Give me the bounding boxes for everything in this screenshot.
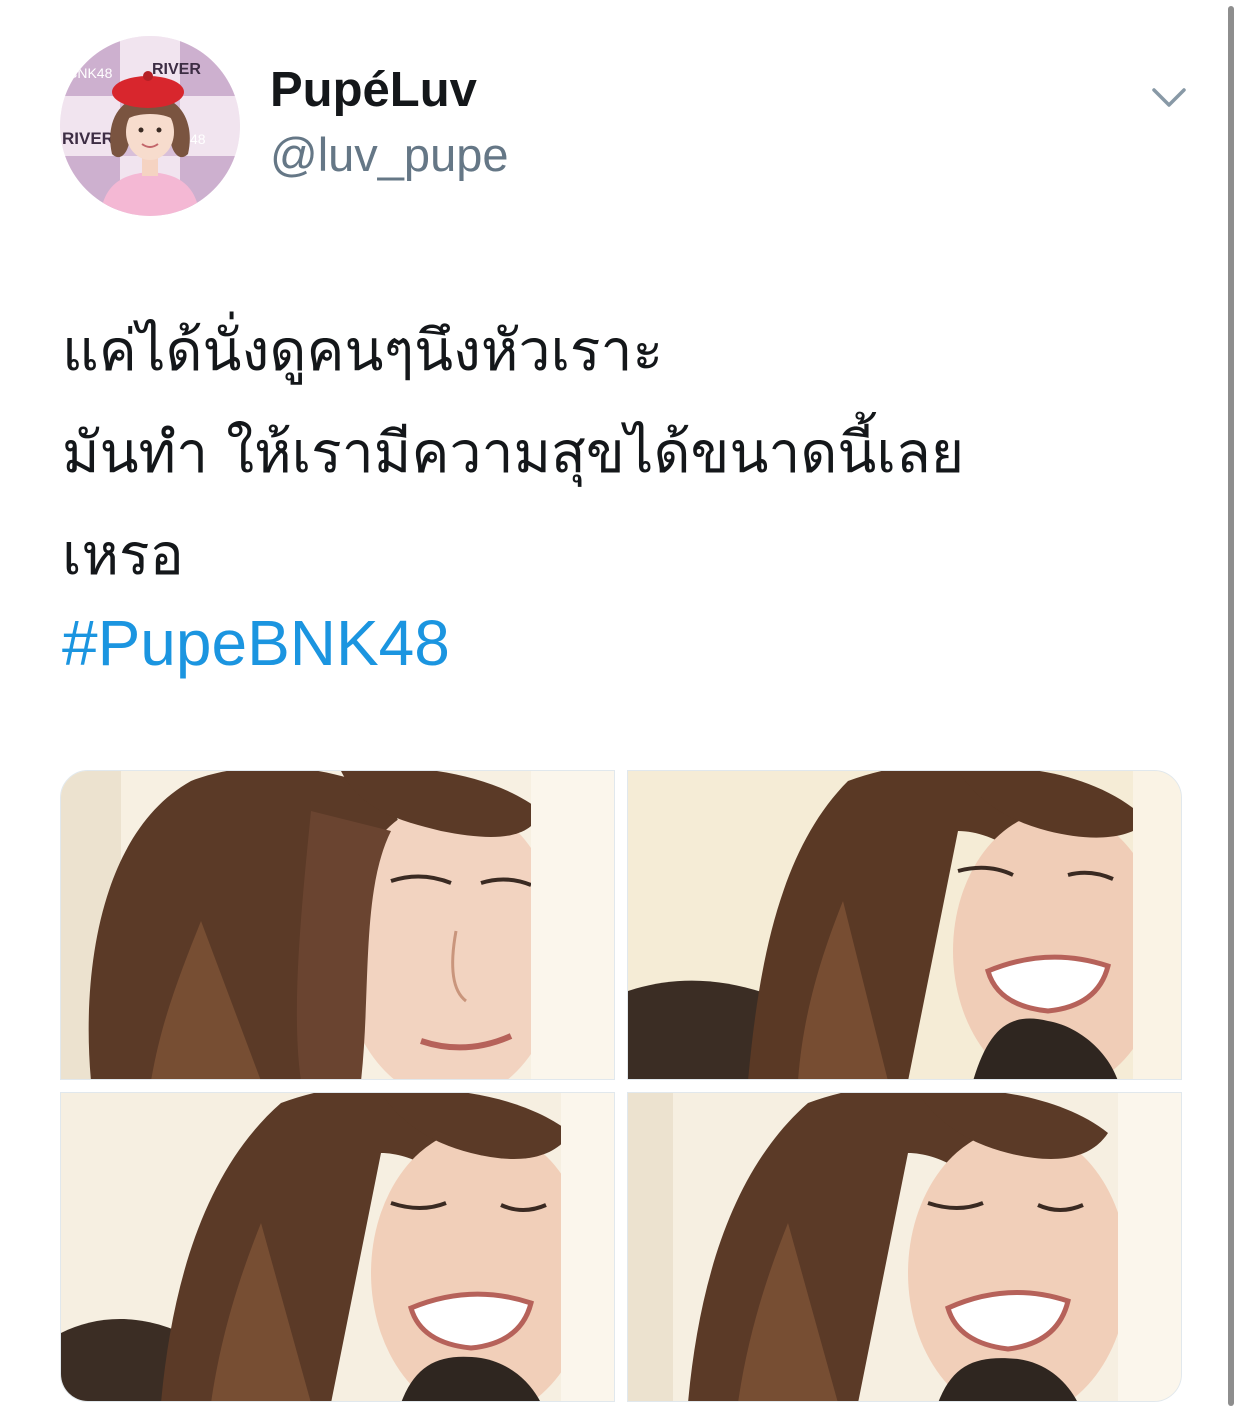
tweet-text-line-3: เหรอ xyxy=(62,522,184,588)
avatar-backdrop-text-48: 48 xyxy=(190,131,206,147)
tweet-text-line-1: แค่ได้นั่งดูคนๆนึงหัวเราะ xyxy=(62,318,664,384)
page-scrollbar[interactable] xyxy=(1228,6,1234,1406)
avatar-backdrop-text-river-left: RIVER xyxy=(62,129,114,148)
avatar-photo: BNK48 RIVER RIVER 48 xyxy=(60,36,240,216)
avatar-backdrop-text-bnk: BNK48 xyxy=(68,65,113,81)
hashtag-link[interactable]: #PupeBNK48 xyxy=(62,606,450,680)
display-name[interactable]: PupéLuv xyxy=(270,62,477,118)
media-photo-3[interactable] xyxy=(60,1092,615,1402)
media-photo-4[interactable] xyxy=(627,1092,1182,1402)
media-grid xyxy=(60,770,1182,1402)
user-handle[interactable]: @luv_pupe xyxy=(270,127,509,182)
tweet-text-line-2: มันทำ ให้เรามีความสุขได้ขนาดนี้เลย xyxy=(62,420,965,486)
tweet-text: แค่ได้นั่งดูคนๆนึงหัวเราะ มันทำ ให้เรามี… xyxy=(62,300,1202,606)
chevron-down-icon[interactable] xyxy=(1146,80,1192,116)
avatar-backdrop-text-river-top: RIVER xyxy=(152,61,201,78)
media-photo-1[interactable] xyxy=(60,770,615,1080)
media-photo-2[interactable] xyxy=(627,770,1182,1080)
profile-avatar[interactable]: BNK48 RIVER RIVER 48 xyxy=(60,36,240,216)
